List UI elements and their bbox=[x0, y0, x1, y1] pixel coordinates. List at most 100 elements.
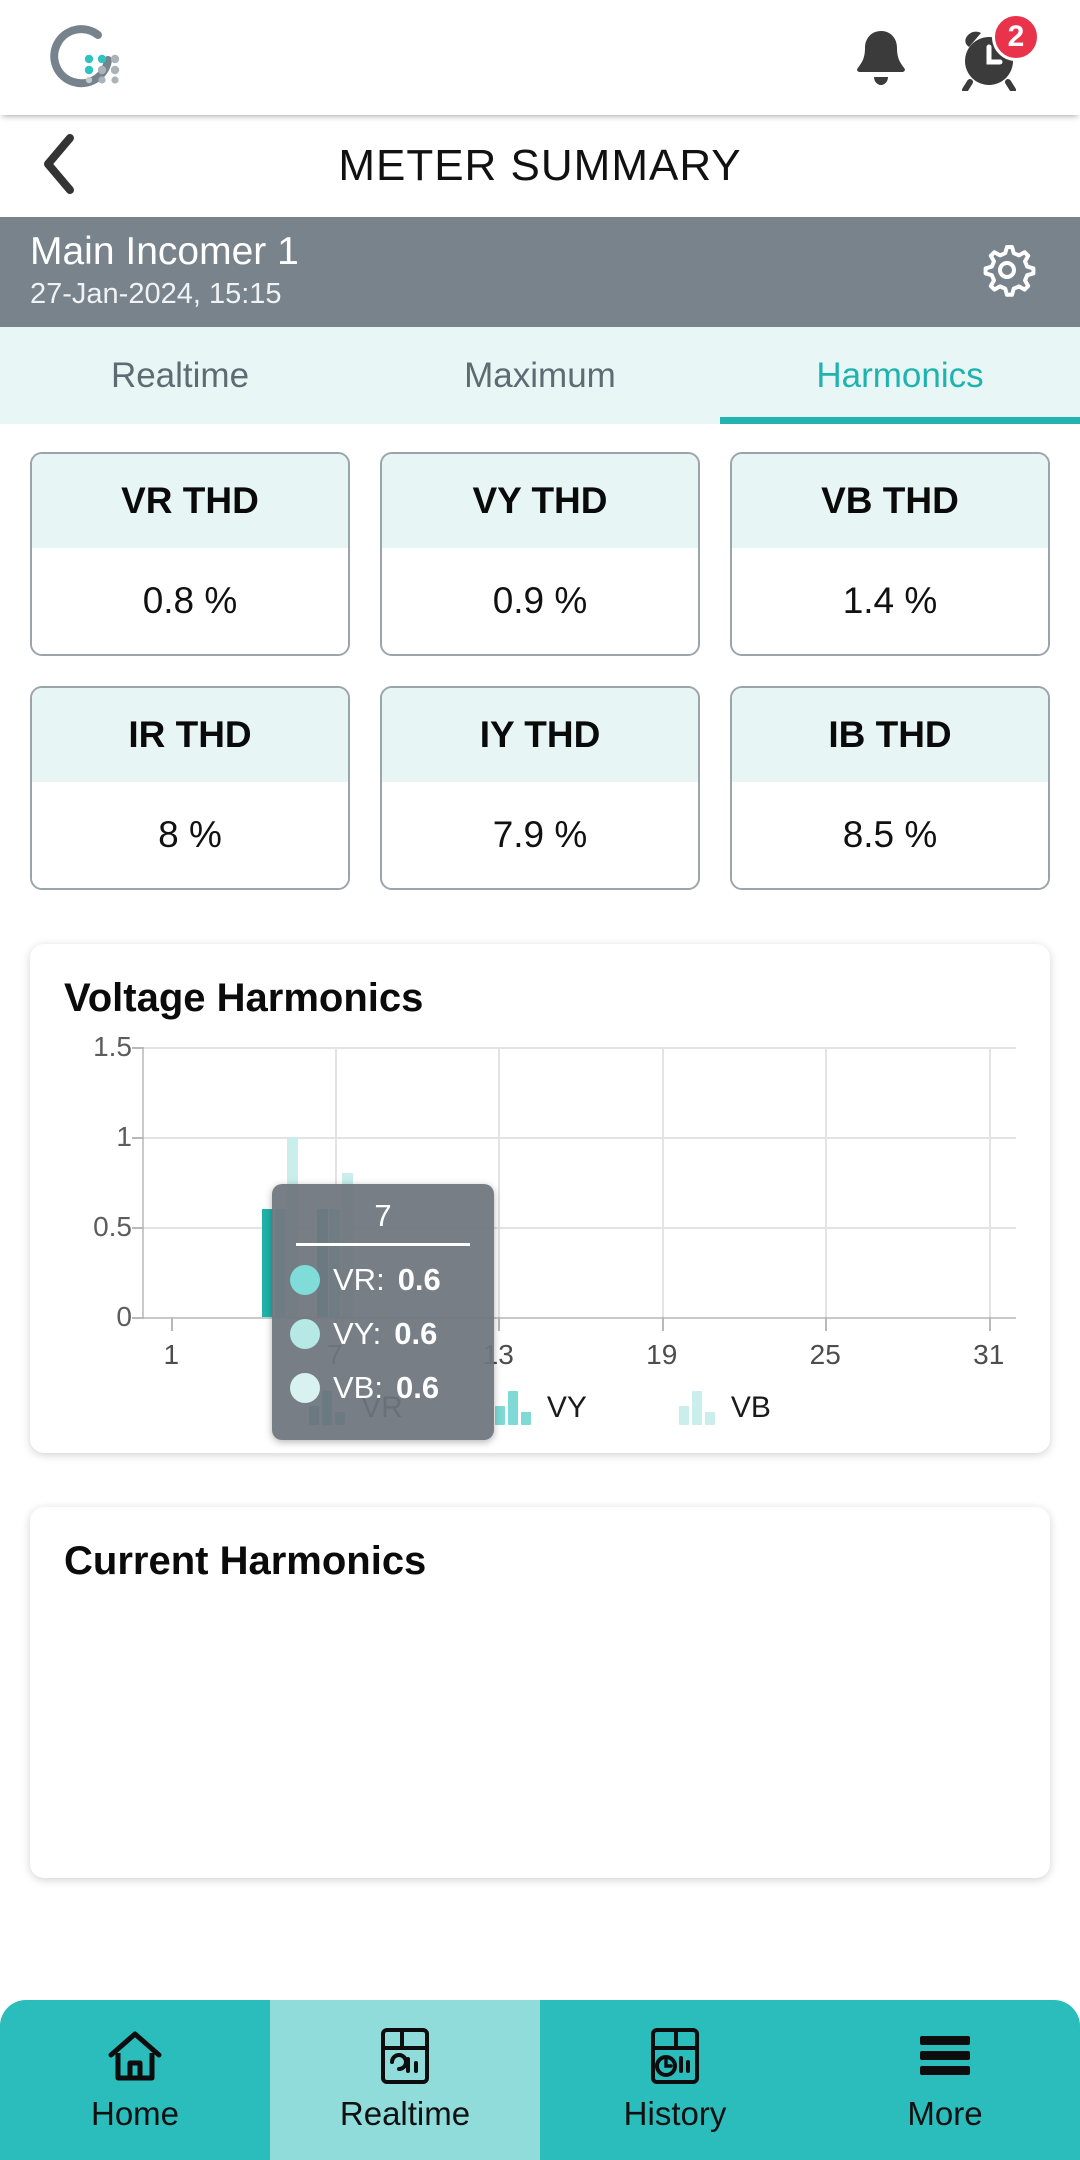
current-harmonics-plot[interactable] bbox=[64, 1610, 1016, 1850]
series-color-dot bbox=[290, 1265, 320, 1295]
chart-tooltip-label: VR: bbox=[333, 1262, 385, 1297]
chart-y-tick-mark bbox=[132, 1047, 144, 1049]
thd-card-vr[interactable]: VR THD 0.8 % bbox=[30, 452, 350, 656]
chart-tooltip-label: VY: bbox=[333, 1316, 382, 1351]
thd-card-vy[interactable]: VY THD 0.9 % bbox=[380, 452, 700, 656]
chart-tooltip-value: 0.6 bbox=[397, 1262, 441, 1297]
voltage-harmonics-title: Voltage Harmonics bbox=[64, 976, 424, 1020]
chart-x-tick-mark bbox=[988, 1317, 991, 1331]
chart-y-tick-mark bbox=[132, 1317, 144, 1319]
meter-header-text: Main Incomer 1 27-Jan-2024, 15:15 bbox=[30, 229, 972, 312]
cuelogic-circle-logo bbox=[36, 19, 128, 97]
tab-maximum-label: Maximum bbox=[464, 355, 616, 395]
tab-harmonics-label: Harmonics bbox=[816, 355, 984, 395]
chart-gridline bbox=[144, 1047, 1016, 1049]
nav-item-realtime[interactable]: Realtime bbox=[270, 2000, 540, 2160]
chart-tooltip-value: 0.6 bbox=[394, 1316, 438, 1351]
legend-label-vy: VY bbox=[546, 1391, 587, 1424]
series-color-dot bbox=[290, 1319, 320, 1349]
tab-realtime[interactable]: Realtime bbox=[0, 327, 360, 424]
chart-x-tick-label: 19 bbox=[646, 1339, 678, 1370]
chart-tooltip-divider bbox=[296, 1243, 470, 1246]
series-color-dot bbox=[290, 1373, 320, 1403]
meter-gauge-icon bbox=[378, 2027, 432, 2085]
tab-harmonics[interactable]: Harmonics bbox=[720, 327, 1080, 424]
home-icon bbox=[106, 2027, 164, 2085]
history-chart-icon bbox=[648, 2027, 702, 2085]
chart-y-tick-label: 0 bbox=[116, 1301, 132, 1332]
chart-y-tick-label: 0.5 bbox=[93, 1211, 132, 1242]
nav-label-history: History bbox=[623, 2095, 727, 2132]
thd-card-value: 1.4 % bbox=[732, 548, 1048, 654]
nav-label-home: Home bbox=[90, 2095, 180, 2132]
chart-x-tick-mark bbox=[661, 1317, 664, 1331]
thd-card-value: 0.8 % bbox=[32, 548, 348, 654]
chart-tooltip-row: VB: 0.6 bbox=[290, 1370, 476, 1406]
thd-card-label: VR THD bbox=[32, 454, 348, 548]
thd-card-ir[interactable]: IR THD 8 % bbox=[30, 686, 350, 890]
notification-bell-button[interactable] bbox=[848, 25, 914, 91]
chart-gridline bbox=[144, 1137, 1016, 1139]
legend-label-vb: VB bbox=[730, 1391, 771, 1424]
meter-header-bar: Main Incomer 1 27-Jan-2024, 15:15 bbox=[0, 217, 1080, 327]
tab-maximum[interactable]: Maximum bbox=[360, 327, 720, 424]
thd-card-iy[interactable]: IY THD 7.9 % bbox=[380, 686, 700, 890]
thd-card-label: IY THD bbox=[382, 688, 698, 782]
app-bar: 2 bbox=[0, 0, 1080, 115]
title-bar: METER SUMMARY bbox=[0, 115, 1080, 217]
meter-datetime: 27-Jan-2024, 15:15 bbox=[30, 277, 282, 310]
meter-name: Main Incomer 1 bbox=[30, 229, 299, 273]
bottom-navigation: Home Realtime History More bbox=[0, 2000, 1080, 2160]
chart-x-tick-mark bbox=[171, 1317, 174, 1331]
chart-x-tick-label: 31 bbox=[973, 1339, 1005, 1370]
alarm-button[interactable]: 2 bbox=[956, 12, 1040, 91]
app-bar-actions: 2 bbox=[848, 12, 1040, 91]
summary-tabs: Realtime Maximum Harmonics bbox=[0, 327, 1080, 424]
bell-icon bbox=[850, 25, 912, 91]
chart-gridline-vertical bbox=[825, 1047, 828, 1317]
chart-tooltip: 7 VR: 0.6 VY: 0.6 VB: 0.6 bbox=[272, 1184, 494, 1440]
chart-y-tick-label: 1 bbox=[116, 1121, 132, 1152]
voltage-harmonics-card[interactable]: Voltage Harmonics 00.511.51713192531 VR … bbox=[30, 944, 1050, 1453]
thd-card-ib[interactable]: IB THD 8.5 % bbox=[730, 686, 1050, 890]
thd-card-value: 8.5 % bbox=[732, 782, 1048, 888]
thd-card-value: 0.9 % bbox=[382, 548, 698, 654]
chart-x-tick-mark bbox=[825, 1317, 828, 1331]
chart-y-tick-mark bbox=[132, 1227, 144, 1229]
thd-card-grid: VR THD 0.8 % VY THD 0.9 % VB THD 1.4 % I… bbox=[0, 424, 1080, 890]
legend-item-vy[interactable]: VY bbox=[494, 1391, 587, 1425]
chart-tooltip-title: 7 bbox=[374, 1198, 392, 1233]
nav-item-more[interactable]: More bbox=[810, 2000, 1080, 2160]
legend-item-vb[interactable]: VB bbox=[678, 1391, 771, 1425]
chart-tooltip-value: 0.6 bbox=[395, 1370, 440, 1405]
chart-y-tick-mark bbox=[132, 1137, 144, 1139]
bar-chart-icon bbox=[494, 1391, 531, 1425]
hamburger-menu-icon bbox=[916, 2027, 974, 2085]
nav-label-more: More bbox=[907, 2095, 983, 2132]
meter-settings-button[interactable] bbox=[972, 237, 1042, 307]
thd-card-label: IB THD bbox=[732, 688, 1048, 782]
chart-gridline-vertical bbox=[988, 1047, 991, 1317]
chart-tooltip-row: VY: 0.6 bbox=[290, 1316, 476, 1352]
gear-icon bbox=[976, 239, 1038, 306]
thd-card-vb[interactable]: VB THD 1.4 % bbox=[730, 452, 1050, 656]
current-harmonics-card[interactable]: Current Harmonics bbox=[30, 1507, 1050, 1878]
chart-tooltip-label: VB: bbox=[333, 1370, 383, 1405]
chart-y-tick-label: 1.5 bbox=[93, 1031, 132, 1062]
nav-label-realtime: Realtime bbox=[339, 2095, 471, 2132]
harmonics-content[interactable]: VR THD 0.8 % VY THD 0.9 % VB THD 1.4 % I… bbox=[0, 424, 1080, 2160]
chart-gridline-vertical bbox=[498, 1047, 501, 1317]
app-root: 2 METER SUMMARY Main Incomer 1 27-Jan-20… bbox=[0, 0, 1080, 2160]
tab-realtime-label: Realtime bbox=[110, 355, 250, 395]
nav-item-home[interactable]: Home bbox=[0, 2000, 270, 2160]
alarm-count-badge: 2 bbox=[992, 12, 1040, 61]
thd-card-label: VY THD bbox=[382, 454, 698, 548]
chart-x-tick-mark bbox=[498, 1317, 501, 1331]
chart-x-tick-label: 25 bbox=[809, 1339, 841, 1370]
bar-chart-icon bbox=[678, 1391, 715, 1425]
nav-item-history[interactable]: History bbox=[540, 2000, 810, 2160]
current-harmonics-title: Current Harmonics bbox=[64, 1539, 427, 1583]
thd-card-value: 8 % bbox=[32, 782, 348, 888]
chart-tooltip-row: VR: 0.6 bbox=[290, 1262, 476, 1298]
chart-gridline-vertical bbox=[661, 1047, 664, 1317]
